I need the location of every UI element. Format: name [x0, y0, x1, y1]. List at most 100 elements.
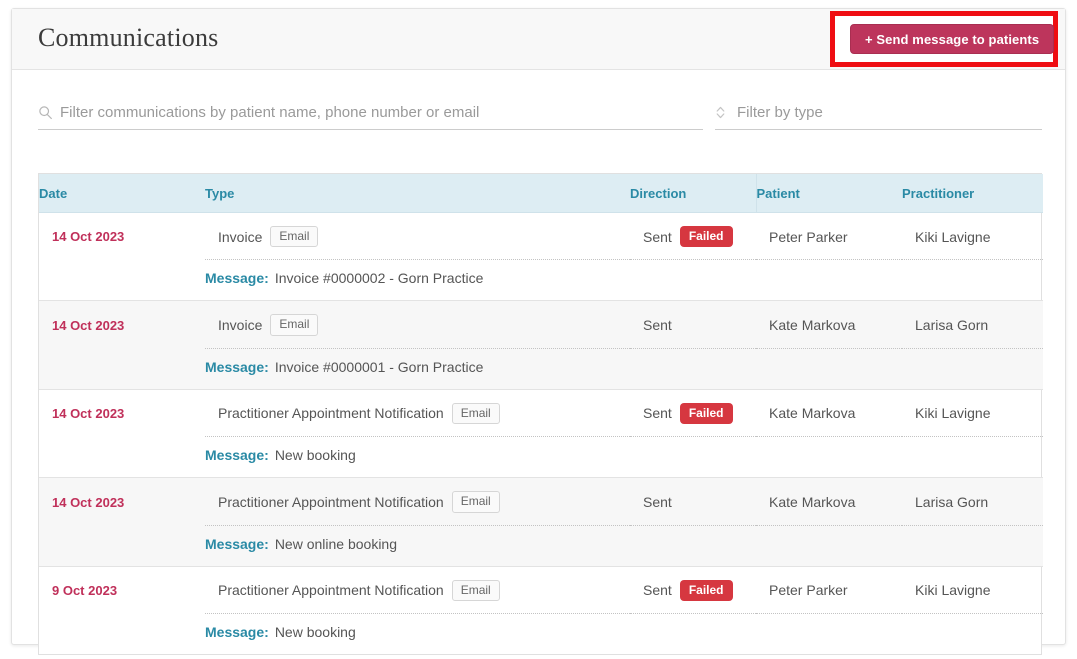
channel-badge: Email — [270, 226, 319, 248]
table-row[interactable]: 14 Oct 2023 Invoice Email Sent Failed Peter P… — [39, 212, 1043, 261]
cell-practitioner: Kiki Lavigne — [902, 212, 1043, 261]
cell-message-spacer — [39, 348, 205, 390]
message-row: Message: New booking — [39, 436, 1043, 479]
cell-patient: Kate Markova — [756, 389, 902, 438]
communications-table: Date Type Direction Patient Practitioner… — [39, 174, 1043, 654]
direction-label: Sent — [643, 405, 672, 422]
table-row-group[interactable]: 14 Oct 2023 Invoice Email Sent Failed Peter P… — [39, 212, 1043, 302]
message-row: Message: Invoice #0000002 - Gorn Practice — [39, 259, 1043, 302]
column-header-type[interactable]: Type — [205, 174, 630, 213]
message-value: Invoice #0000002 - Gorn Practice — [274, 270, 484, 287]
message-label: Message: — [205, 623, 269, 640]
cell-practitioner: Kiki Lavigne — [902, 566, 1043, 614]
table-row[interactable]: 14 Oct 2023 Practitioner Appointment Noti… — [39, 477, 1043, 526]
column-header-practitioner[interactable]: Practitioner — [902, 174, 1043, 213]
message-label: Message: — [205, 270, 269, 287]
message-label: Message: — [205, 535, 269, 552]
table-row[interactable]: 14 Oct 2023 Practitioner Appointment Noti… — [39, 389, 1043, 438]
column-header-direction[interactable]: Direction — [630, 174, 757, 213]
cell-patient: Kate Markova — [756, 477, 902, 526]
message-value: Invoice #0000001 - Gorn Practice — [274, 358, 484, 375]
cell-date: 14 Oct 2023 — [39, 477, 205, 526]
type-label: Practitioner Appointment Notification — [218, 493, 444, 510]
status-badge: Failed — [679, 579, 733, 601]
cell-patient: Peter Parker — [756, 212, 902, 261]
message-row: Message: New booking — [39, 613, 1043, 654]
cell-direction: Sent Failed — [630, 566, 756, 614]
column-header-patient[interactable]: Patient — [756, 174, 902, 213]
channel-badge: Email — [451, 402, 500, 425]
channel-badge: Email — [451, 579, 500, 601]
cell-message: Message: New booking — [205, 436, 1043, 479]
search-input-placeholder: Filter communications by patient name, p… — [60, 104, 480, 121]
page-title: Communications — [38, 23, 219, 52]
cell-patient: Kate Markova — [756, 300, 902, 349]
table-row-group[interactable]: 14 Oct 2023 Invoice Email Sent Kate Markova L… — [39, 300, 1043, 390]
direction-label: Sent — [643, 582, 672, 599]
type-label: Practitioner Appointment Notification — [218, 582, 444, 599]
cell-type: Invoice Email — [205, 212, 630, 261]
communications-card: Communications + Send message to patient… — [11, 8, 1066, 655]
communications-table-wrapper: Date Type Direction Patient Practitioner… — [38, 173, 1043, 655]
cell-type: Invoice Email — [205, 300, 630, 349]
message-row: Message: New online booking — [39, 525, 1043, 567]
direction-label: Sent — [643, 228, 672, 245]
table-row[interactable]: 14 Oct 2023 Invoice Email Sent Kate Markova L… — [39, 300, 1043, 349]
status-badge: Failed — [679, 402, 733, 425]
message-value: New online booking — [274, 535, 398, 552]
message-label: Message: — [205, 358, 269, 375]
cell-message: Message: Invoice #0000001 - Gorn Practice — [205, 348, 1043, 390]
status-badge: Failed — [679, 226, 733, 248]
cell-type: Practitioner Appointment Notification Ema… — [205, 477, 630, 526]
cell-practitioner: Larisa Gorn — [902, 477, 1043, 526]
type-filter-placeholder: Filter by type — [737, 104, 823, 121]
cell-message: Message: New online booking — [205, 525, 1043, 567]
cell-message-spacer — [39, 613, 205, 654]
table-row-group[interactable]: 14 Oct 2023 Practitioner Appointment Noti… — [39, 477, 1043, 567]
direction-label: Sent — [643, 493, 672, 510]
type-filter[interactable]: Filter by type — [715, 96, 1042, 130]
channel-badge: Email — [451, 491, 500, 513]
cell-message-spacer — [39, 259, 205, 302]
channel-badge: Email — [270, 314, 319, 336]
search-icon — [38, 105, 60, 120]
table-header: Date Type Direction Patient Practitioner — [39, 174, 1043, 213]
cell-message: Message: New booking — [205, 613, 1043, 654]
table-row-group[interactable]: 14 Oct 2023 Practitioner Appointment Noti… — [39, 389, 1043, 479]
type-label: Invoice — [218, 317, 263, 334]
communications-page: Communications + Send message to patient… — [0, 0, 1077, 659]
cell-practitioner: Kiki Lavigne — [902, 389, 1043, 438]
message-label: Message: — [205, 447, 269, 464]
filters-bar: Filter communications by patient name, p… — [12, 70, 1065, 158]
cell-message: Message: Invoice #0000002 - Gorn Practice — [205, 259, 1043, 302]
search-filter[interactable]: Filter communications by patient name, p… — [38, 96, 703, 130]
cell-direction: Sent — [630, 477, 756, 526]
message-value: New booking — [274, 447, 356, 464]
send-button-label: + Send message to patients — [865, 31, 1040, 47]
cell-direction: Sent Failed — [630, 212, 756, 261]
message-row: Message: Invoice #0000001 - Gorn Practice — [39, 348, 1043, 390]
message-value: New booking — [274, 623, 356, 640]
card-header: Communications + Send message to patient… — [12, 9, 1065, 70]
cell-direction: Sent — [630, 300, 756, 349]
column-header-date[interactable]: Date — [39, 174, 205, 213]
send-message-to-patients-button[interactable]: + Send message to patients — [850, 24, 1055, 54]
table-header-row: Date Type Direction Patient Practitioner — [39, 174, 1043, 213]
cell-message-spacer — [39, 525, 205, 567]
cell-direction: Sent Failed — [630, 389, 756, 438]
cell-date: 14 Oct 2023 — [52, 229, 125, 245]
cell-date: 14 Oct 2023 — [39, 300, 205, 349]
cell-patient: Peter Parker — [756, 566, 902, 614]
cell-type: Practitioner Appointment Notification Ema… — [205, 566, 630, 614]
direction-label: Sent — [643, 317, 672, 334]
cell-date: 9 Oct 2023 — [52, 583, 118, 598]
table-row[interactable]: 9 Oct 2023 Practitioner Appointment Notif… — [39, 566, 1043, 614]
sort-chevrons-icon — [715, 105, 737, 120]
type-label: Invoice — [218, 228, 263, 245]
cell-date: 14 Oct 2023 — [52, 406, 125, 422]
cell-type: Practitioner Appointment Notification Ema… — [205, 389, 630, 438]
table-row-group[interactable]: 9 Oct 2023 Practitioner Appointment Notif… — [39, 566, 1043, 654]
cell-message-spacer — [39, 436, 205, 479]
type-label: Practitioner Appointment Notification — [218, 405, 444, 422]
cell-practitioner: Larisa Gorn — [902, 300, 1043, 349]
